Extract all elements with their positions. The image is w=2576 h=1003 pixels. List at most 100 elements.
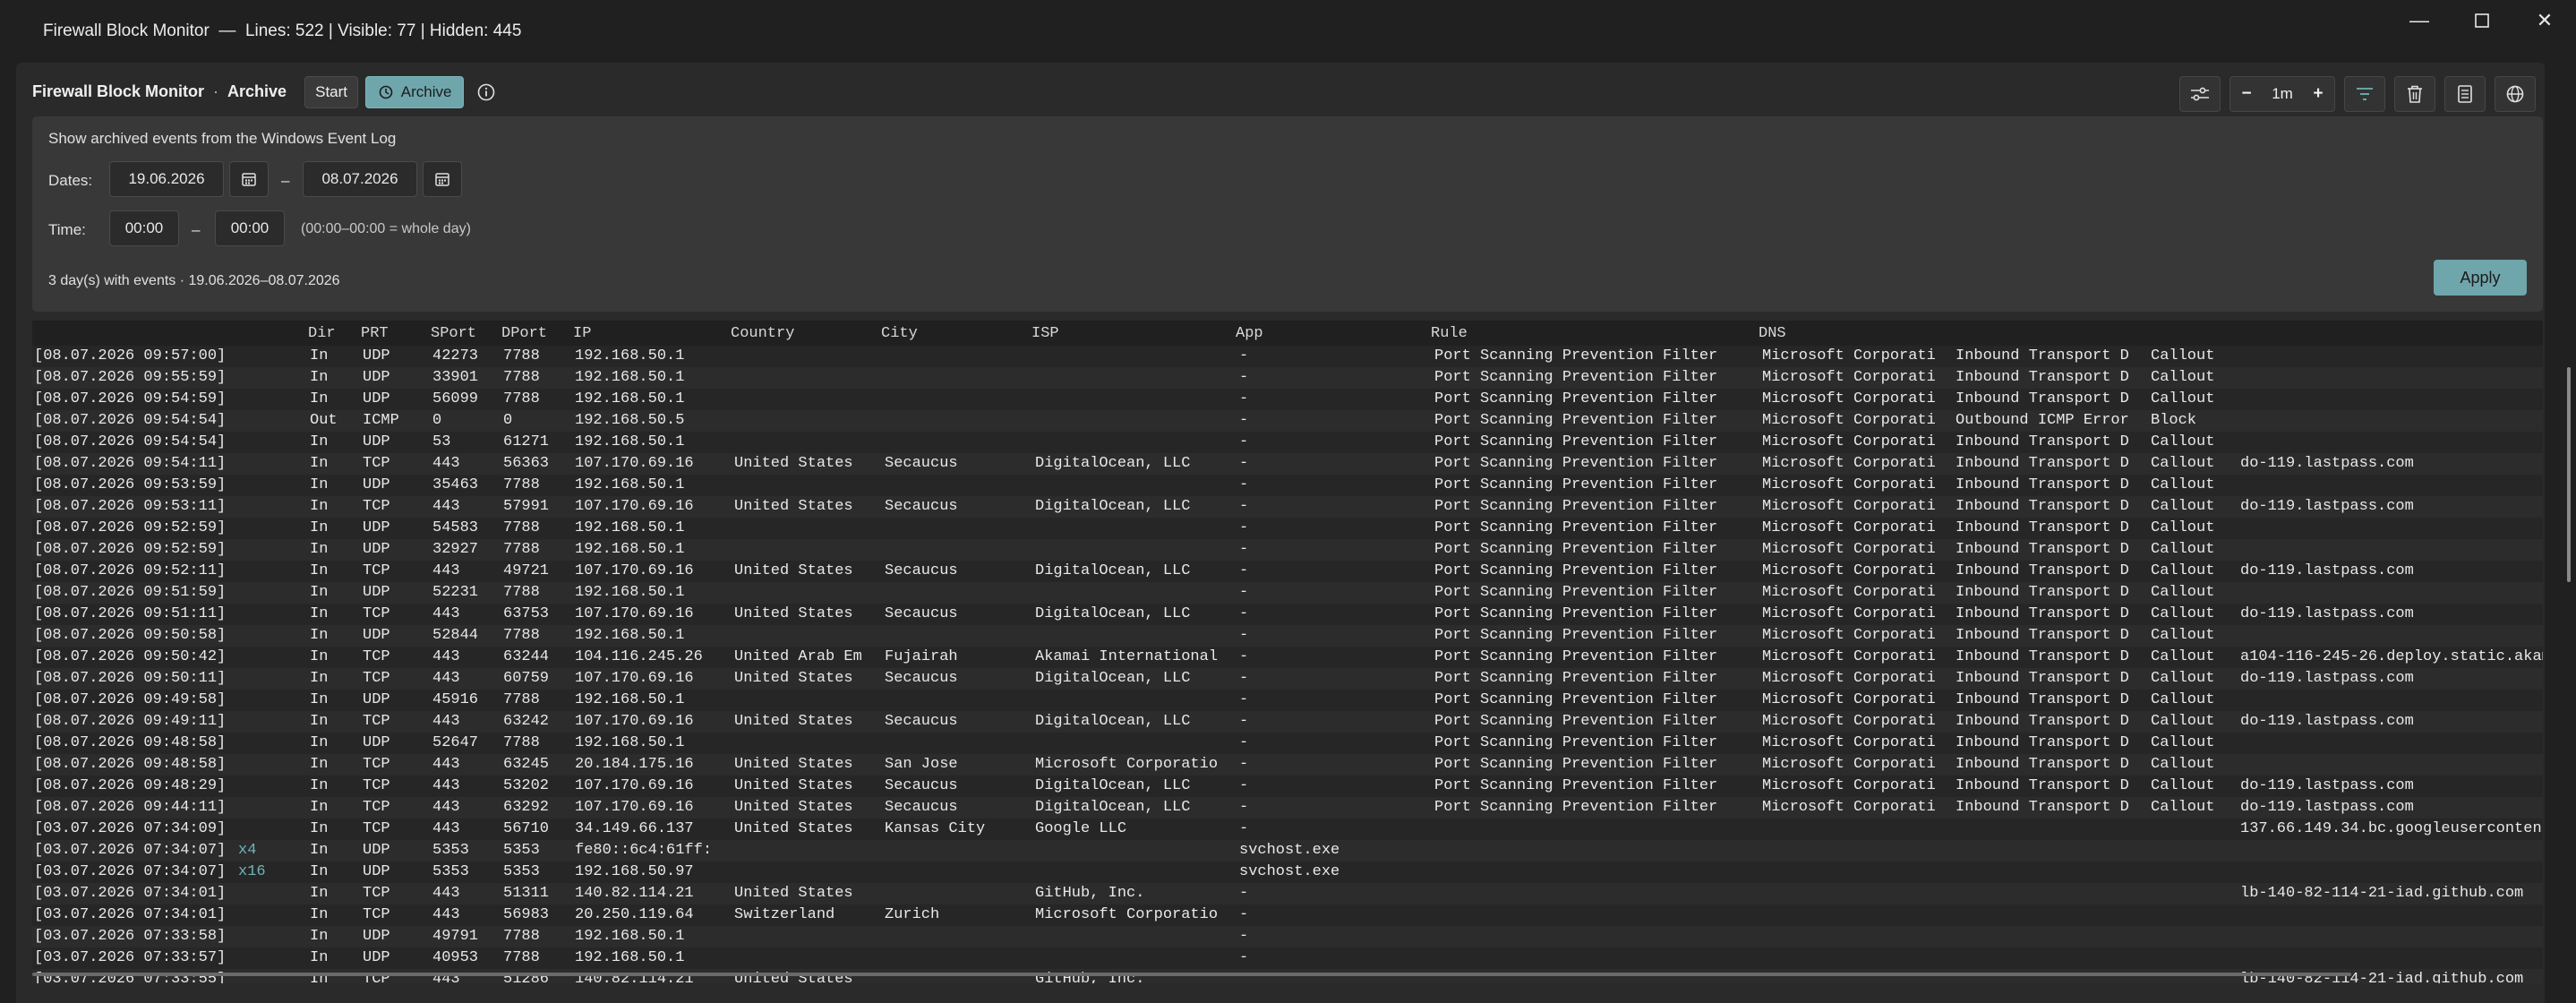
cell-isp: Microsoft Corporatio <box>1035 756 1219 773</box>
cell-source-port: 5353 <box>432 863 469 880</box>
cell-dir: Out <box>310 412 338 429</box>
table-row[interactable]: [08.07.2026 09:55:59] In UDP 33901 7788 192.1… <box>32 367 2543 389</box>
table-row[interactable]: [08.07.2026 09:50:58] In UDP 52844 7788 192.1… <box>32 625 2543 647</box>
date-from-field[interactable]: 19.06.2026 <box>109 161 224 197</box>
table-row[interactable]: [08.07.2026 09:52:59] In UDP 32927 7788 192.1… <box>32 539 2543 561</box>
table-row[interactable]: [03.07.2026 07:34:01] In TCP 443 51311 140.82… <box>32 883 2543 904</box>
cell-ip: 107.170.69.16 <box>575 777 694 794</box>
column-header-dir[interactable]: Dir <box>308 325 336 342</box>
cell-protocol: UDP <box>363 433 390 450</box>
horizontal-scrollbar[interactable] <box>32 973 2351 976</box>
table-row[interactable]: [08.07.2026 09:52:11] In TCP 443 49721 107.17… <box>32 561 2543 582</box>
date-to-field[interactable]: 08.07.2026 <box>303 161 417 197</box>
log-button[interactable] <box>2444 76 2486 112</box>
date-to-calendar-button[interactable] <box>423 161 462 197</box>
column-header-ip[interactable]: IP <box>573 325 591 342</box>
table-row[interactable]: [08.07.2026 09:53:11] In TCP 443 57991 107.17… <box>32 496 2543 518</box>
cell-provider: Microsoft Corporati <box>1762 756 1936 773</box>
increase-button[interactable]: + <box>2302 77 2334 111</box>
time-from-field[interactable]: 00:00 <box>109 210 179 246</box>
cell-ip: 107.170.69.16 <box>575 713 694 730</box>
close-icon[interactable]: ✕ <box>2513 0 2576 41</box>
cell-rule: Port Scanning Prevention Filter <box>1434 670 1718 687</box>
table-row[interactable]: [08.07.2026 09:54:59] In UDP 56099 7788 192.1… <box>32 389 2543 410</box>
table-row[interactable]: [08.07.2026 09:48:58] In TCP 443 63245 20.184… <box>32 754 2543 776</box>
cell-time: [08.07.2026 09:49:11] <box>34 713 227 730</box>
cell-city: Secaucus <box>885 713 958 730</box>
decrease-button[interactable]: − <box>2230 77 2263 111</box>
table-row[interactable]: [08.07.2026 09:51:11] In TCP 443 63753 107.17… <box>32 604 2543 625</box>
cell-rule: Port Scanning Prevention Filter <box>1434 519 1718 536</box>
cell-app: - <box>1239 605 1249 622</box>
table-row[interactable]: [03.07.2026 07:34:07] x4 In UDP 5353 5353 fe80… <box>32 840 2543 862</box>
table-row[interactable]: [08.07.2026 09:50:11] In TCP 443 60759 107.17… <box>32 668 2543 690</box>
column-header-sport[interactable]: SPort <box>431 325 476 342</box>
cell-city: Secaucus <box>885 799 958 816</box>
cell-country: United States <box>734 756 853 773</box>
maximize-icon[interactable] <box>2451 0 2513 41</box>
table-row[interactable]: [08.07.2026 09:51:59] In UDP 52231 7788 192.1… <box>32 582 2543 604</box>
cell-action: Callout <box>2151 713 2215 730</box>
table-row[interactable]: [08.07.2026 09:53:59] In UDP 35463 7788 192.1… <box>32 475 2543 496</box>
table-row[interactable]: [03.07.2026 07:34:01] In TCP 443 56983 20.250… <box>32 904 2543 926</box>
table-row[interactable]: [08.07.2026 09:48:29] In TCP 443 53202 107.17… <box>32 776 2543 797</box>
table-row[interactable]: [03.07.2026 07:33:55] In TCP 443 51286 140.82… <box>32 969 2543 983</box>
table-row[interactable]: [08.07.2026 09:50:42] In TCP 443 63244 104.11… <box>32 647 2543 668</box>
column-header-country[interactable]: Country <box>731 325 794 342</box>
cell-protocol: UDP <box>363 691 390 708</box>
settings-button[interactable] <box>2179 76 2221 112</box>
geo-button[interactable] <box>2495 76 2536 112</box>
cell-ip: 107.170.69.16 <box>575 670 694 687</box>
cell-dir: In <box>310 949 329 966</box>
column-header-prt[interactable]: PRT <box>361 325 389 342</box>
table-row[interactable]: [03.07.2026 07:34:09] In TCP 443 56710 34.149… <box>32 819 2543 840</box>
table-row[interactable]: [03.07.2026 07:34:07] x16 In UDP 5353 5353 192… <box>32 862 2543 883</box>
cell-protocol: UDP <box>363 734 390 751</box>
cell-country: United States <box>734 885 853 902</box>
column-header-dns[interactable]: DNS <box>1759 325 1786 342</box>
cell-dest-port: 7788 <box>503 390 540 407</box>
table-row[interactable]: [08.07.2026 09:54:54] In UDP 53 61271 192.168… <box>32 432 2543 453</box>
document-icon <box>2457 84 2473 104</box>
archive-label: Archive <box>400 82 452 100</box>
table-row[interactable]: [08.07.2026 09:52:59] In UDP 54583 7788 192.1… <box>32 518 2543 539</box>
column-header-dport[interactable]: DPort <box>501 325 547 342</box>
cell-source-port: 52844 <box>432 627 479 644</box>
cell-app: - <box>1239 369 1249 386</box>
cell-ip: 20.250.119.64 <box>575 906 694 923</box>
table-row[interactable]: [08.07.2026 09:57:00] In UDP 42273 7788 192.1… <box>32 346 2543 367</box>
column-header-city[interactable]: City <box>881 325 918 342</box>
start-button[interactable]: Start <box>304 75 359 108</box>
table-row[interactable]: [08.07.2026 09:49:11] In TCP 443 63242 107.17… <box>32 711 2543 733</box>
table-row[interactable]: [08.07.2026 09:54:11] In TCP 443 56363 107.17… <box>32 453 2543 475</box>
cell-action: Callout <box>2151 347 2215 364</box>
filter-button[interactable] <box>2344 76 2385 112</box>
cell-app: - <box>1239 756 1249 773</box>
table-row[interactable]: [08.07.2026 09:44:11] In TCP 443 63292 107.17… <box>32 797 2543 819</box>
table-row[interactable]: [08.07.2026 09:49:58] In UDP 45916 7788 192.1… <box>32 690 2543 711</box>
cell-dns: lb-140-82-114-21-iad.github.com <box>2240 885 2524 902</box>
vertical-scrollbar[interactable] <box>2567 367 2571 582</box>
cell-time: [08.07.2026 09:53:59] <box>34 476 227 493</box>
minimize-icon[interactable]: — <box>2388 0 2451 41</box>
date-from-calendar-button[interactable] <box>229 161 269 197</box>
column-header-isp[interactable]: ISP <box>1031 325 1059 342</box>
column-header-app[interactable]: App <box>1236 325 1263 342</box>
cell-protocol: UDP <box>363 541 390 558</box>
time-to-field[interactable]: 00:00 <box>215 210 285 246</box>
info-icon[interactable] <box>476 82 496 102</box>
cell-action: Callout <box>2151 498 2215 515</box>
cell-dir: In <box>310 584 329 601</box>
archive-button[interactable]: Archive <box>365 75 465 108</box>
table-row[interactable]: [03.07.2026 07:33:58] In UDP 49791 7788 192.1… <box>32 926 2543 947</box>
cell-action: Callout <box>2151 390 2215 407</box>
cell-dns: 137.66.149.34.bc.googleusercontent <box>2240 820 2543 837</box>
table-row[interactable]: [08.07.2026 09:48:58] In UDP 52647 7788 192.1… <box>32 733 2543 754</box>
cell-source-port: 443 <box>432 906 460 923</box>
column-header-rule[interactable]: Rule <box>1431 325 1468 342</box>
table-row[interactable]: [03.07.2026 07:33:57] In UDP 40953 7788 192.1… <box>32 947 2543 969</box>
delete-button[interactable] <box>2394 76 2435 112</box>
table-row[interactable]: [08.07.2026 09:54:54] Out ICMP 0 0 192.168.50… <box>32 410 2543 432</box>
cell-city: Fujairah <box>885 648 958 665</box>
apply-button[interactable]: Apply <box>2434 260 2527 296</box>
